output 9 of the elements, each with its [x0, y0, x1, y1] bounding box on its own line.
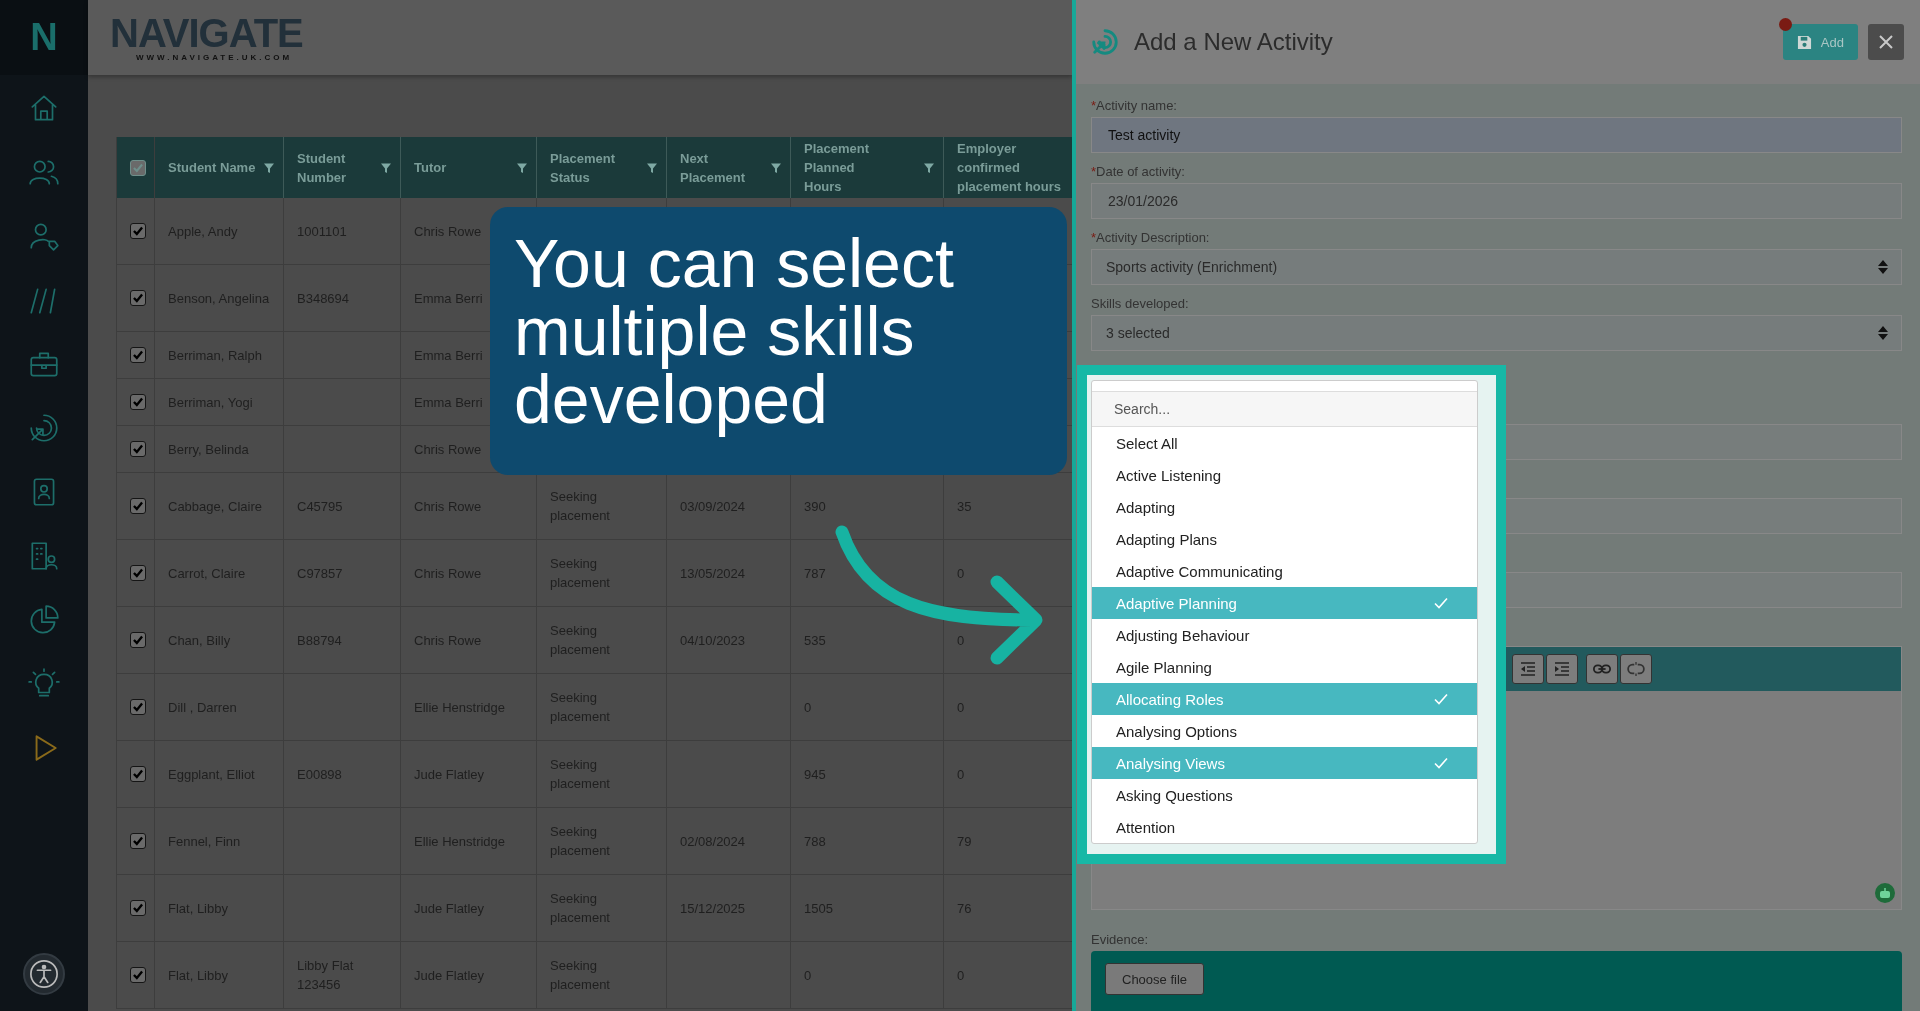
panel-title: Add a New Activity [1134, 28, 1333, 56]
callout: You can select multiple skills developed [490, 207, 1067, 475]
field-label: Skills developed: [1091, 296, 1190, 311]
field-label: *Activity name: [1091, 98, 1178, 113]
field-label: Evidence: [1091, 932, 1150, 947]
logo-mark: N [30, 16, 58, 59]
navigate-logo: NAVIGATE WWW.NAVIGATE.UK.COM [110, 13, 303, 62]
field-label: *Activity Description: [1091, 230, 1211, 245]
field-label: *Date of activity: [1091, 164, 1186, 179]
